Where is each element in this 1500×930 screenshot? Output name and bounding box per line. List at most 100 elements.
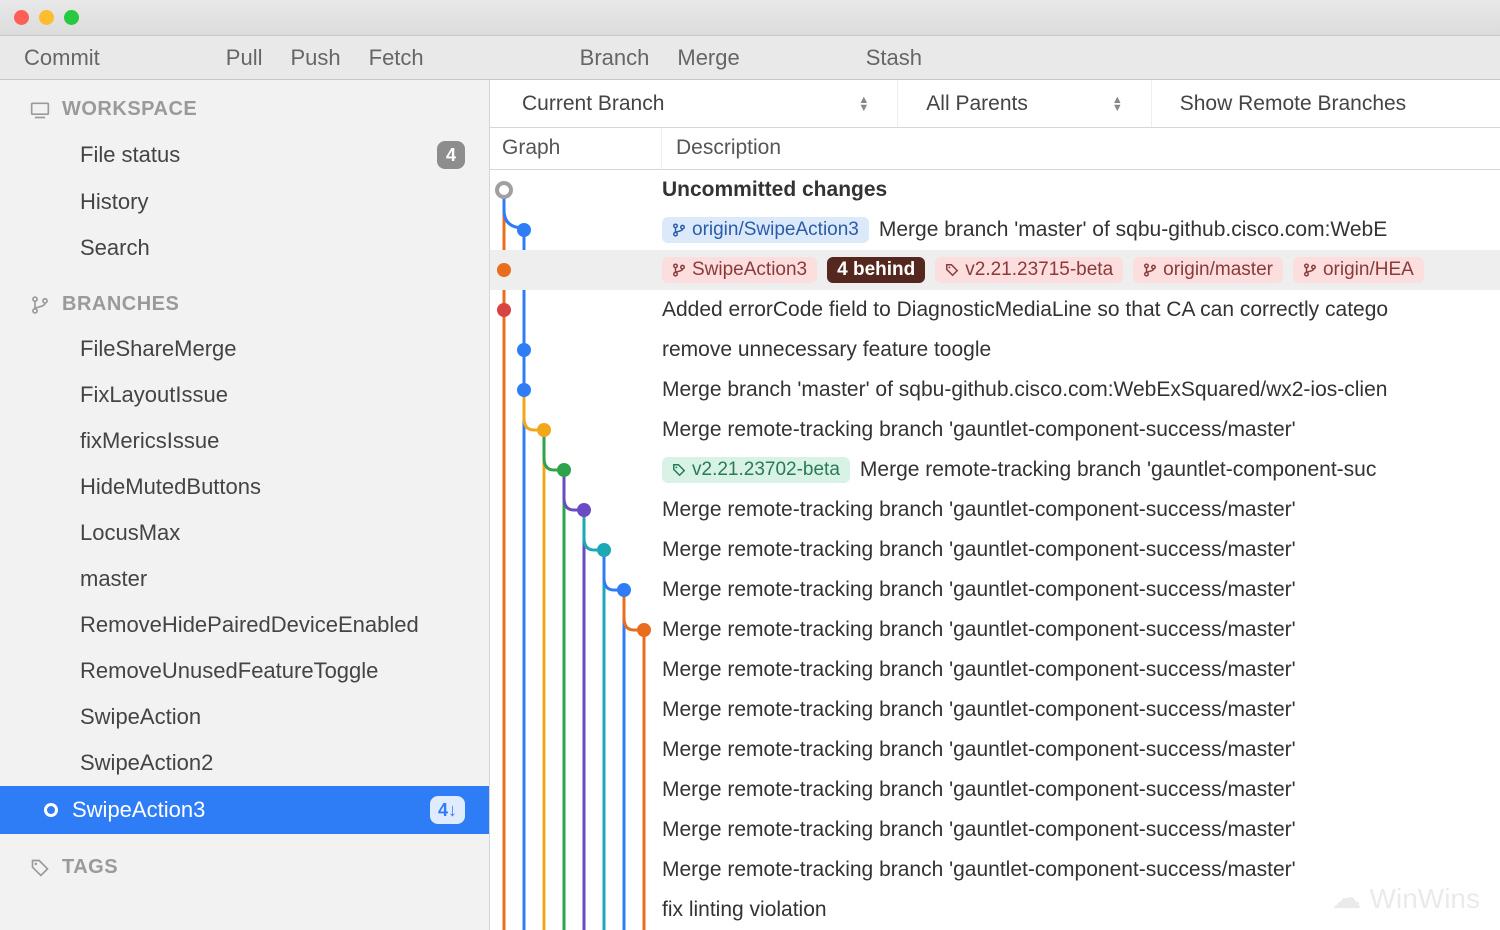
sidebar-item-file-status[interactable]: File status4 (0, 131, 489, 179)
ref-pill[interactable]: origin/master (1133, 257, 1283, 283)
menu-commit[interactable]: Commit (24, 45, 100, 71)
pill-label: v2.21.23702-beta (692, 459, 840, 481)
pill-label: origin/SwipeAction3 (692, 219, 859, 241)
graph-cell (490, 570, 662, 610)
ref-pill[interactable]: v2.21.23702-beta (662, 457, 850, 483)
commit-row[interactable]: Uncommitted changes (490, 170, 1500, 210)
filter-current-branch[interactable]: Current Branch ▲▼ (494, 80, 898, 127)
col-header-description[interactable]: Description (662, 128, 781, 169)
tag-icon (945, 263, 959, 277)
sidebar-item-filesharemerge[interactable]: FileShareMerge (0, 326, 489, 372)
sidebar-item-fixmericsissue[interactable]: fixMericsIssue (0, 418, 489, 464)
commit-row[interactable]: remove unnecessary feature toogle (490, 330, 1500, 370)
commit-row[interactable]: Merge branch 'master' of sqbu-github.cis… (490, 370, 1500, 410)
minimize-icon[interactable] (39, 10, 54, 25)
tag-icon (672, 463, 686, 477)
sidebar-item-label: SwipeAction2 (80, 750, 213, 776)
menu-pull[interactable]: Pull (226, 45, 263, 71)
commit-row[interactable]: Merge remote-tracking branch 'gauntlet-c… (490, 770, 1500, 810)
sidebar-item-history[interactable]: History (0, 179, 489, 225)
pill-label: origin/master (1163, 259, 1273, 281)
sidebar-item-label: FixLayoutIssue (80, 382, 228, 408)
commit-message: Merge remote-tracking branch 'gauntlet-c… (662, 498, 1296, 522)
graph-cell (490, 490, 662, 530)
menu-fetch[interactable]: Fetch (369, 45, 424, 71)
zoom-icon[interactable] (64, 10, 79, 25)
commit-message: Merge remote-tracking branch 'gauntlet-c… (662, 538, 1296, 562)
branch-icon (1143, 263, 1157, 277)
commit-row[interactable]: v2.21.23702-beta Merge remote-tracking br… (490, 450, 1500, 490)
menu-branch[interactable]: Branch (580, 45, 650, 71)
sidebar: WORKSPACE File status4HistorySearch BRAN… (0, 80, 490, 930)
commit-row[interactable]: Merge remote-tracking branch 'gauntlet-c… (490, 530, 1500, 570)
graph-cell (490, 850, 662, 890)
pill-label: 4 behind (837, 259, 915, 281)
commit-message: fix linting violation (662, 898, 827, 922)
graph-cell (490, 370, 662, 410)
commit-row[interactable]: fix linting violation (490, 890, 1500, 930)
tag-icon (30, 858, 50, 878)
sidebar-item-search[interactable]: Search (0, 225, 489, 271)
graph-cell (490, 730, 662, 770)
commit-row[interactable]: Merge remote-tracking branch 'gauntlet-c… (490, 490, 1500, 530)
sidebar-item-removehidepaireddeviceenabled[interactable]: RemoveHidePairedDeviceEnabled (0, 602, 489, 648)
commit-message: Merge remote-tracking branch 'gauntlet-c… (662, 738, 1296, 762)
graph-cell (490, 770, 662, 810)
commit-row[interactable]: SwipeAction3 4 behind v2.21.23715-beta orig… (490, 250, 1500, 290)
ref-pill[interactable]: 4 behind (827, 257, 925, 283)
ref-pill[interactable]: origin/HEA (1293, 257, 1424, 283)
commit-row[interactable]: Merge remote-tracking branch 'gauntlet-c… (490, 650, 1500, 690)
graph-cell (490, 610, 662, 650)
sidebar-section-tags: TAGS (0, 838, 489, 893)
ref-pill[interactable]: origin/SwipeAction3 (662, 217, 869, 243)
close-icon[interactable] (14, 10, 29, 25)
sidebar-item-hidemutedbuttons[interactable]: HideMutedButtons (0, 464, 489, 510)
menu-push[interactable]: Push (290, 45, 340, 71)
branch-icon (672, 223, 686, 237)
commit-message: Merge remote-tracking branch 'gauntlet-c… (662, 578, 1296, 602)
menu-stash[interactable]: Stash (866, 45, 922, 71)
graph-cell (490, 170, 662, 210)
sidebar-item-label: SwipeAction3 (72, 797, 205, 823)
commit-row[interactable]: Merge remote-tracking branch 'gauntlet-c… (490, 730, 1500, 770)
sidebar-item-label: HideMutedButtons (80, 474, 261, 500)
sidebar-item-fixlayoutissue[interactable]: FixLayoutIssue (0, 372, 489, 418)
section-label: TAGS (62, 856, 118, 879)
commit-row[interactable]: Merge remote-tracking branch 'gauntlet-c… (490, 410, 1500, 450)
sidebar-item-locusmax[interactable]: LocusMax (0, 510, 489, 556)
section-label: BRANCHES (62, 293, 179, 316)
ref-pill[interactable]: v2.21.23715-beta (935, 257, 1123, 283)
commit-message: Added errorCode field to DiagnosticMedia… (662, 298, 1388, 322)
commit-row[interactable]: origin/SwipeAction3Merge branch 'master'… (490, 210, 1500, 250)
commit-row[interactable]: Added errorCode field to DiagnosticMedia… (490, 290, 1500, 330)
column-headers: Graph Description (490, 128, 1500, 170)
col-header-graph[interactable]: Graph (490, 128, 662, 169)
sidebar-item-label: RemoveHidePairedDeviceEnabled (80, 612, 419, 638)
graph-cell (490, 210, 662, 250)
sidebar-item-removeunusedfeaturetoggle[interactable]: RemoveUnusedFeatureToggle (0, 648, 489, 694)
sidebar-item-label: SwipeAction (80, 704, 201, 730)
sidebar-item-swipeaction2[interactable]: SwipeAction2 (0, 740, 489, 786)
commit-message: Merge remote-tracking branch 'gauntlet-c… (662, 818, 1296, 842)
sidebar-item-swipeaction3[interactable]: SwipeAction34↓ (0, 786, 489, 834)
commit-row[interactable]: Merge remote-tracking branch 'gauntlet-c… (490, 810, 1500, 850)
commit-message: Merge remote-tracking branch 'gauntlet-c… (860, 458, 1376, 482)
sidebar-item-swipeaction[interactable]: SwipeAction (0, 694, 489, 740)
commit-row[interactable]: Merge remote-tracking branch 'gauntlet-c… (490, 690, 1500, 730)
commit-row[interactable]: Merge remote-tracking branch 'gauntlet-c… (490, 570, 1500, 610)
section-label: WORKSPACE (62, 98, 197, 121)
commit-message: Merge remote-tracking branch 'gauntlet-c… (662, 658, 1296, 682)
updown-icon: ▲▼ (1112, 96, 1123, 112)
ref-pill[interactable]: SwipeAction3 (662, 257, 817, 283)
filter-all-parents[interactable]: All Parents ▲▼ (898, 80, 1151, 127)
branch-icon (30, 295, 50, 315)
sidebar-item-master[interactable]: master (0, 556, 489, 602)
menu-merge[interactable]: Merge (677, 45, 739, 71)
updown-icon: ▲▼ (858, 96, 869, 112)
commit-row[interactable]: Merge remote-tracking branch 'gauntlet-c… (490, 610, 1500, 650)
branch-icon (672, 263, 686, 277)
commit-row[interactable]: Merge remote-tracking branch 'gauntlet-c… (490, 850, 1500, 890)
sidebar-item-label: LocusMax (80, 520, 180, 546)
filter-label: All Parents (926, 92, 1028, 116)
filter-show-remote[interactable]: Show Remote Branches (1152, 80, 1434, 127)
